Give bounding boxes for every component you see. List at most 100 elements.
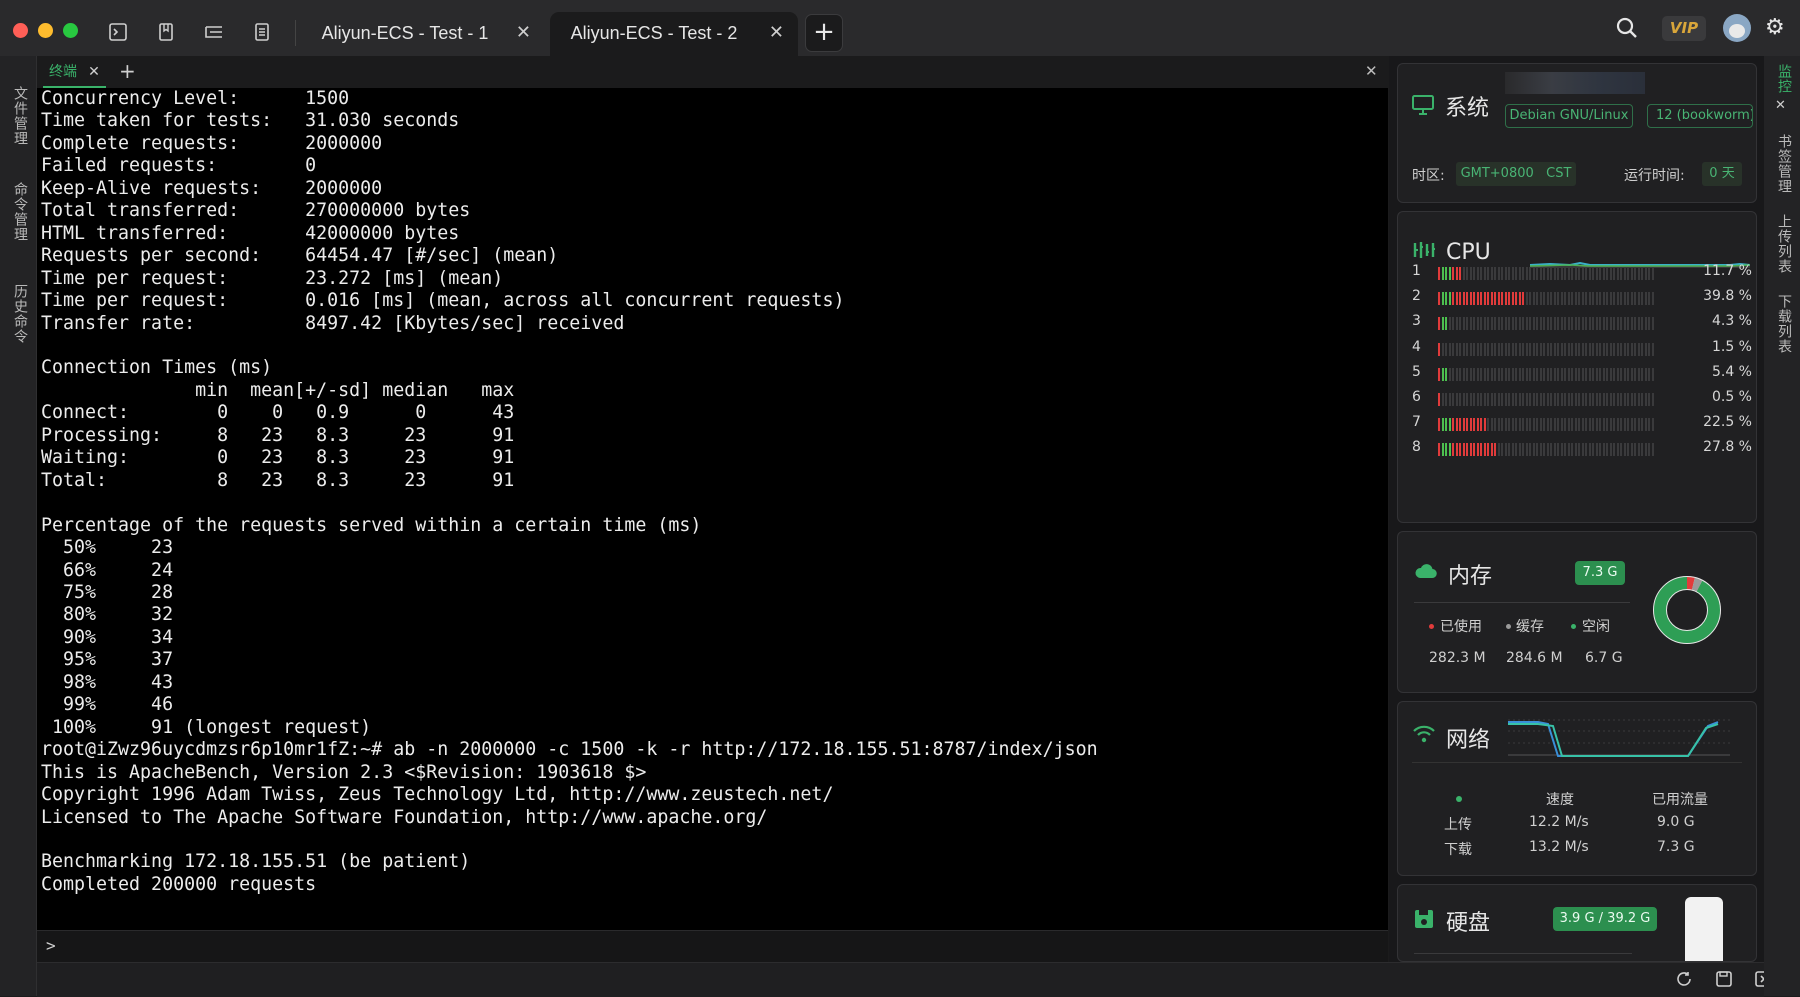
tab-aliyun-ecs-test-2[interactable]: Aliyun-ECS - Test - 2 ✕ xyxy=(550,12,798,56)
cpu-bar-segment xyxy=(1574,443,1577,457)
cpu-bar-segment xyxy=(1564,443,1566,457)
cpu-bar-segment xyxy=(1620,317,1622,331)
cpu-bar-segment xyxy=(1588,393,1591,406)
tab-close-icon[interactable]: ✕ xyxy=(769,22,784,43)
cpu-bar-segment xyxy=(1588,443,1591,457)
maximize-window-button[interactable] xyxy=(63,23,78,38)
cpu-bar-segment xyxy=(1595,443,1598,457)
terminal-output[interactable]: Concurrency Level: 1500 Time taken for t… xyxy=(37,88,1388,930)
cpu-bar-segment xyxy=(1501,418,1503,432)
cpu-bar-segment xyxy=(1476,393,1479,406)
cpu-bar-segment xyxy=(1497,342,1500,356)
cpu-bar-segment xyxy=(1627,292,1629,306)
cpu-bar-segment xyxy=(1560,292,1563,306)
search-icon[interactable] xyxy=(1615,16,1639,44)
cpu-bar-segment xyxy=(1501,443,1503,457)
cache-label: 缓存 xyxy=(1516,619,1544,635)
cpu-bar-segment xyxy=(1602,367,1605,381)
sidebar-item-file-manager[interactable]: 文件管理 xyxy=(8,86,28,146)
tab-aliyun-ecs-test-1[interactable]: Aliyun-ECS - Test - 1 ✕ xyxy=(305,12,545,56)
sidebar-item-download-list[interactable]: 下载列表 xyxy=(1772,294,1792,354)
cpu-bar-segment xyxy=(1550,267,1552,280)
divider xyxy=(1414,953,1632,954)
cpu-bar-segment xyxy=(1592,292,1594,306)
cpu-bar-segment xyxy=(1613,292,1615,306)
cpu-bar-segment xyxy=(1553,443,1556,457)
cpu-bar-segment xyxy=(1623,393,1626,406)
hostname-redacted xyxy=(1505,72,1645,94)
cpu-bar-segment xyxy=(1627,317,1629,331)
cpu-bar-segment xyxy=(1508,418,1510,432)
cpu-bar-segment xyxy=(1620,443,1622,457)
cpu-bar-segment xyxy=(1641,367,1643,381)
cpu-bar-segment xyxy=(1483,292,1486,306)
cpu-bar-segment xyxy=(1613,393,1615,406)
cpu-bar-segment xyxy=(1546,367,1549,381)
network-card: 网络 速度 已用流量 上传 12.2 M/s 9.0 G 下载 13.2 M/s… xyxy=(1397,701,1757,876)
gear-icon[interactable]: ⚙ xyxy=(1765,17,1785,39)
cpu-bar-segment xyxy=(1536,443,1538,457)
cpu-bar-segment xyxy=(1497,393,1500,406)
cpu-bar-segment xyxy=(1511,317,1514,331)
cpu-bar-segment xyxy=(1651,418,1654,432)
cpu-bar-segment xyxy=(1599,342,1601,356)
terminal-icon[interactable] xyxy=(107,22,129,42)
cpu-bar-segment xyxy=(1515,267,1517,280)
cpu-bar-segment xyxy=(1469,342,1472,356)
add-tab-button[interactable]: + xyxy=(805,14,843,52)
close-panel-icon[interactable]: ✕ xyxy=(1365,62,1378,80)
download-speed: 13.2 M/s xyxy=(1529,839,1589,855)
save-icon[interactable] xyxy=(1715,970,1733,992)
cpu-bar-segment xyxy=(1588,342,1591,356)
cpu-bar-segment xyxy=(1553,267,1556,280)
cpu-bar-segment xyxy=(1616,292,1619,306)
cpu-bar-segment xyxy=(1494,317,1496,331)
cpu-bar-segment xyxy=(1616,317,1619,331)
sidebar-item-monitor[interactable]: 监控 xyxy=(1772,64,1792,94)
cpu-bar-segment xyxy=(1441,292,1444,306)
vip-badge[interactable]: VIP xyxy=(1662,16,1706,41)
cpu-bar-segment xyxy=(1637,418,1640,432)
cpu-bar-segment xyxy=(1651,443,1654,457)
cpu-bar-segment xyxy=(1511,443,1514,457)
cpu-bar-segment xyxy=(1581,393,1584,406)
sidebar-item-history-commands[interactable]: 历史命令 xyxy=(8,284,28,344)
cpu-bar-segment xyxy=(1459,317,1461,331)
cpu-bar-segment xyxy=(1634,367,1636,381)
cpu-bar-segment xyxy=(1476,367,1479,381)
cpu-core-usage-bar xyxy=(1438,342,1656,356)
add-terminal-button[interactable]: + xyxy=(119,59,136,83)
cpu-bar-segment xyxy=(1630,367,1633,381)
sidebar-item-command-manager[interactable]: 命令管理 xyxy=(8,182,28,242)
tree-list-icon[interactable] xyxy=(203,22,225,42)
cpu-bar-segment xyxy=(1581,317,1584,331)
sidebar-item-bookmarks[interactable]: 书签管理 xyxy=(1772,134,1792,194)
donut-free-slice xyxy=(1654,577,1720,643)
tab-close-icon[interactable]: ✕ xyxy=(516,22,531,43)
tab-label: Aliyun-ECS - Test - 1 xyxy=(321,23,489,43)
cpu-bar-segment xyxy=(1637,292,1640,306)
refresh-icon[interactable] xyxy=(1675,970,1693,992)
cpu-bar-segment xyxy=(1459,292,1461,306)
close-window-button[interactable] xyxy=(13,23,28,38)
document-list-icon[interactable] xyxy=(251,22,273,42)
cpu-bar-segment xyxy=(1532,317,1535,331)
tab-terminal[interactable]: 终端 ✕ xyxy=(43,60,106,88)
wifi-icon xyxy=(1412,724,1436,748)
cpu-bar-segment xyxy=(1473,317,1475,331)
cpu-bar-segment xyxy=(1438,443,1440,457)
cpu-bar-segment xyxy=(1592,342,1594,356)
cpu-core-row: 3 4.3 % xyxy=(1412,313,1752,333)
sidebar-item-upload-list[interactable]: 上传列表 xyxy=(1772,214,1792,274)
minimize-window-button[interactable] xyxy=(38,23,53,38)
cpu-bar-segment xyxy=(1518,342,1521,356)
cpu-bar-segment xyxy=(1455,267,1458,280)
avatar[interactable] xyxy=(1723,14,1751,42)
cpu-bar-segment xyxy=(1634,443,1636,457)
bookmark-icon[interactable] xyxy=(155,22,177,42)
cpu-bar-segment xyxy=(1546,342,1549,356)
tab-close-icon[interactable]: ✕ xyxy=(88,64,100,80)
command-input-bar[interactable]: > xyxy=(37,930,1388,963)
monitor-icon xyxy=(1411,94,1435,120)
close-monitor-icon[interactable]: ✕ xyxy=(1775,98,1786,113)
